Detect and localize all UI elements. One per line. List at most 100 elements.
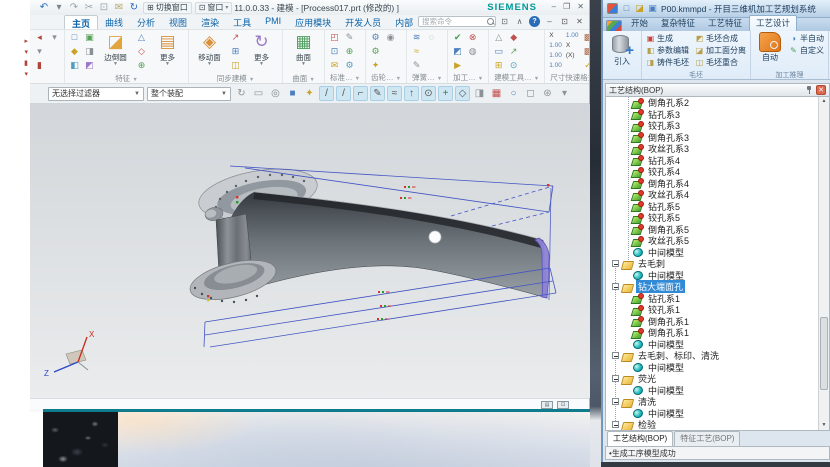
snap-point-icon[interactable]: ↻ (234, 86, 249, 101)
tab-主页[interactable]: 主页 (64, 15, 98, 29)
ribbon-button-移动面[interactable]: ◈移动面▼ (192, 31, 227, 73)
ribbon-icon[interactable]: ◍ (466, 45, 479, 58)
snap-point-icon[interactable]: ⊛ (540, 86, 555, 101)
tab-PMI[interactable]: PMI (258, 15, 288, 29)
expander-icon[interactable] (612, 260, 619, 267)
capp-button-生成[interactable]: ▣生成 (644, 32, 691, 44)
scroll-down-icon[interactable]: ▼ (819, 421, 829, 430)
ribbon-icon[interactable]: ⊗ (466, 31, 479, 44)
open-file-icon[interactable]: ◪ (634, 3, 645, 14)
tree-item[interactable]: 检验 (606, 419, 818, 430)
ribbon-icon[interactable]: ◉ (384, 31, 397, 44)
cut-icon[interactable]: ✂ (83, 2, 95, 14)
expander-icon[interactable] (612, 421, 619, 428)
snap-point-icon[interactable]: ▦ (489, 86, 504, 101)
doc-minimize-icon[interactable]: – (544, 16, 555, 27)
tree-item[interactable]: 倒角孔系2 (606, 97, 818, 109)
search-icon[interactable] (486, 17, 495, 26)
app-icon[interactable] (607, 3, 618, 14)
snap-point-icon[interactable]: ✦ (302, 86, 317, 101)
ribbon-icon[interactable]: ◂ (33, 31, 46, 44)
ribbon-icon[interactable]: ↗ (229, 31, 242, 44)
auto-button[interactable]: 自动 (753, 32, 787, 70)
ribbon-icon[interactable]: ▮ (33, 59, 46, 72)
capp-button-毛坯重合[interactable]: ◫毛坯重合 (693, 56, 748, 68)
capp-tab-开始[interactable]: 开始 (625, 16, 654, 31)
ribbon-button-边倒圆[interactable]: ◪边倒圆▼ (98, 31, 133, 73)
ribbon-button-更多[interactable]: ↻更多▼ (244, 31, 279, 73)
ribbon-icon[interactable]: ◩ (451, 45, 464, 58)
capp-button-自定义[interactable]: ✎自定义 (787, 44, 826, 56)
snap-point-icon[interactable]: ■ (285, 86, 300, 101)
snap-point-icon[interactable]: / (319, 86, 334, 101)
tree-item[interactable]: 倒角孔系1 (606, 327, 818, 339)
ribbon-icon[interactable]: ◆ (68, 45, 81, 58)
expander-icon[interactable] (612, 283, 619, 290)
snap-point-icon[interactable]: ▾ (557, 86, 572, 101)
capp-tab-工艺特征[interactable]: 工艺特征 (702, 16, 748, 31)
ribbon-icon[interactable]: ▾ (48, 31, 61, 44)
ribbon-icon[interactable]: ◌ (425, 31, 438, 44)
ribbon-icon[interactable]: ⊕ (135, 59, 148, 72)
snap-point-icon[interactable]: ◨ (472, 86, 487, 101)
ribbon-icon[interactable]: ⚙ (369, 45, 382, 58)
bottom-tab-特征工艺(BOP)[interactable]: 特征工艺(BOP) (674, 431, 740, 446)
tab-内部[interactable]: 内部 (388, 15, 420, 29)
ribbon-chip[interactable]: 1.00 (548, 41, 563, 50)
ribbon-icon[interactable]: ⊕ (343, 45, 356, 58)
snap-point-icon[interactable]: ◎ (268, 86, 283, 101)
ribbon-icon[interactable]: ✔ (451, 31, 464, 44)
scroll-up-icon[interactable]: ▲ (819, 97, 829, 106)
ribbon-button-更多[interactable]: ▤更多▼ (150, 31, 185, 73)
scrollbar-thumb[interactable] (820, 317, 828, 390)
tree-item[interactable]: 倒角孔系5 (606, 224, 818, 236)
ribbon-icon[interactable]: ⊞ (492, 59, 505, 72)
ribbon-icon[interactable]: ⊞ (229, 45, 242, 58)
bottom-tab-工艺结构(BOP)[interactable]: 工艺结构(BOP) (607, 431, 673, 446)
ribbon-icon[interactable]: ◇ (135, 45, 148, 58)
tree-item[interactable]: 钻孔系4 (606, 155, 818, 167)
tab-工具[interactable]: 工具 (226, 15, 258, 29)
tree-item[interactable]: 去毛刺、标印、清洗 (606, 350, 818, 362)
new-file-icon[interactable]: □ (621, 3, 632, 14)
app-menu-icon[interactable] (606, 20, 622, 31)
ribbon-chip[interactable]: (X) (565, 51, 580, 60)
selection-filter-dropdown[interactable]: 无选择过滤器▼ (48, 87, 144, 101)
ribbon-icon[interactable]: ▩ (582, 45, 589, 58)
ribbon-icon[interactable]: ⊙ (507, 59, 520, 72)
expander-icon[interactable] (612, 398, 619, 405)
command-search-input[interactable] (418, 16, 496, 27)
tree-item[interactable]: 倒角孔系1 (606, 316, 818, 328)
ribbon-icon[interactable]: ⊡ (328, 45, 341, 58)
tree-item[interactable]: 钻孔系3 (606, 109, 818, 121)
ribbon-icon[interactable]: ✉ (328, 59, 341, 72)
capp-button-毛坯合成[interactable]: ◩毛坯合成 (693, 32, 748, 44)
tree-item[interactable]: 攻丝孔系4 (606, 189, 818, 201)
ribbon-icon[interactable]: □ (68, 31, 81, 44)
ribbon-icon[interactable]: ▣ (83, 31, 96, 44)
ribbon-icon[interactable]: ◨ (83, 45, 96, 58)
tab-应用模块[interactable]: 应用模块 (288, 15, 338, 29)
minimize-icon[interactable]: – (552, 2, 556, 11)
tree-item[interactable]: 攻丝孔系3 (606, 143, 818, 155)
window-icon[interactable]: ⊡ (499, 16, 510, 27)
ribbon-icon[interactable]: ⚙ (343, 59, 356, 72)
snap-point-icon[interactable]: ⌐ (353, 86, 368, 101)
snap-point-icon[interactable]: ▭ (251, 86, 266, 101)
doc-restore-icon[interactable]: ⊡ (559, 16, 570, 27)
ribbon-icon[interactable]: ✎ (343, 31, 356, 44)
ribbon-icon[interactable]: ◫ (229, 59, 242, 72)
ribbon-icon[interactable]: ◆ (507, 31, 520, 44)
restore-icon[interactable]: ❐ (563, 2, 570, 11)
ribbon-icon[interactable]: ≈ (410, 45, 423, 58)
expander-icon[interactable] (612, 352, 619, 359)
ribbon-icon[interactable]: △ (492, 31, 505, 44)
ribbon-chip[interactable]: 1.00 (548, 51, 563, 60)
window-menu-button[interactable]: ⊡窗口▾ (195, 2, 233, 14)
snap-point-icon[interactable]: ⊙ (421, 86, 436, 101)
tree-item[interactable]: 清洗 (606, 396, 818, 408)
help-icon[interactable]: ? (529, 16, 540, 27)
ribbon-chip[interactable]: X (565, 41, 580, 50)
tree-item[interactable]: 钻孔系5 (606, 201, 818, 213)
capp-tab-工艺设计[interactable]: 工艺设计 (749, 15, 797, 31)
